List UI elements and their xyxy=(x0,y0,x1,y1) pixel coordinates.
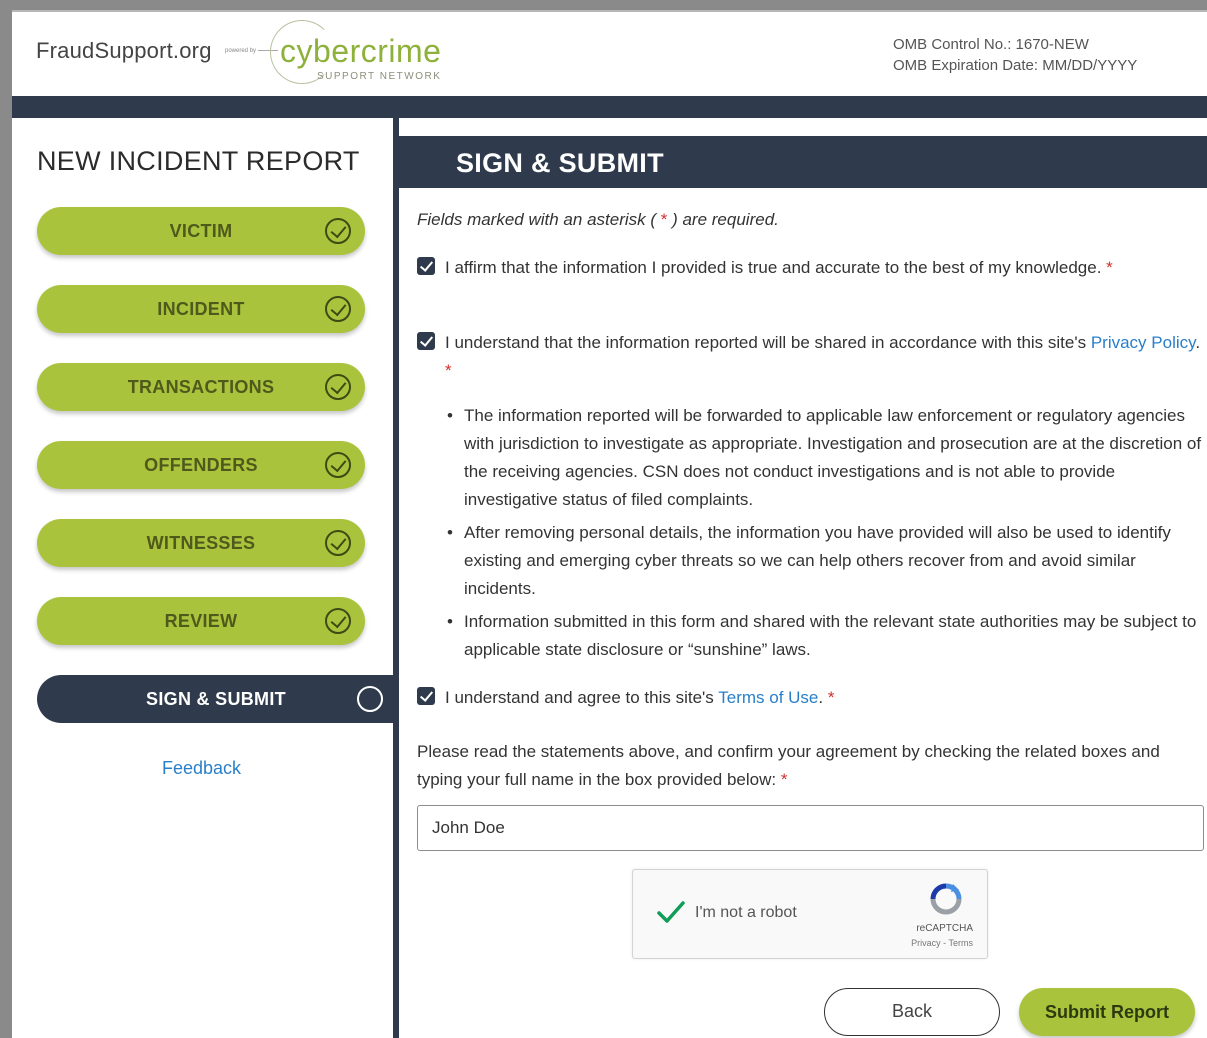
list-item: After removing personal details, the inf… xyxy=(447,519,1207,603)
required-asterisk: * xyxy=(827,688,835,707)
main-header: SIGN & SUBMIT xyxy=(399,136,1207,188)
back-button[interactable]: Back xyxy=(824,988,1000,1036)
logo-subtitle: SUPPORT NETWORK xyxy=(317,71,442,82)
captcha-privacy-terms[interactable]: Privacy - Terms xyxy=(911,938,973,948)
step-label: REVIEW xyxy=(164,611,238,631)
full-name-field[interactable] xyxy=(417,805,1204,851)
recaptcha-widget[interactable]: I'm not a robot reCAPTCHA Privacy - Term… xyxy=(632,869,988,959)
step-review[interactable]: REVIEW xyxy=(37,597,365,645)
sidebar: NEW INCIDENT REPORT VICTIM INCIDENT TRAN… xyxy=(12,118,395,1038)
step-sign-submit[interactable]: SIGN & SUBMIT xyxy=(37,675,395,723)
step-label: TRANSACTIONS xyxy=(127,377,275,397)
recaptcha-logo-icon xyxy=(930,883,962,915)
step-label: WITNESSES xyxy=(146,533,256,553)
omb-info: OMB Control No.: 1670-NEW OMB Expiration… xyxy=(893,34,1137,76)
terms-label: I understand and agree to this site's Te… xyxy=(445,688,835,707)
empty-circle-icon xyxy=(357,686,383,712)
window-frame-left xyxy=(0,0,12,1038)
required-note-suffix: ) are required. xyxy=(672,210,779,229)
cybercrime-logo[interactable]: cybercrime SUPPORT NETWORK xyxy=(270,18,455,90)
logo-wordmark: cybercrime xyxy=(280,33,442,69)
omb-expiration-date: OMB Expiration Date: MM/DD/YYYY xyxy=(893,57,1138,74)
site-header: FraudSupport.org powered by cybercrime S… xyxy=(12,12,1207,96)
check-circle-icon xyxy=(325,218,351,244)
brand-name[interactable]: FraudSupport.org xyxy=(36,38,212,64)
step-offenders[interactable]: OFFENDERS xyxy=(37,441,365,489)
privacy-label: I understand that the information report… xyxy=(445,333,1201,380)
signature-prompt-text: Please read the statements above, and co… xyxy=(417,742,1160,789)
step-label: SIGN & SUBMIT xyxy=(146,689,286,709)
check-circle-icon xyxy=(325,452,351,478)
required-asterisk: * xyxy=(445,361,452,380)
step-witnesses[interactable]: WITNESSES xyxy=(37,519,365,567)
required-asterisk: * xyxy=(780,770,788,789)
privacy-policy-link[interactable]: Privacy Policy xyxy=(1091,333,1196,352)
check-circle-icon xyxy=(325,608,351,634)
step-label: VICTIM xyxy=(169,221,233,241)
list-item: The information reported will be forward… xyxy=(447,402,1207,514)
window-frame-top xyxy=(0,0,1207,10)
header-band xyxy=(12,96,1207,118)
step-label: INCIDENT xyxy=(157,299,245,319)
disclosure-list: The information reported will be forward… xyxy=(447,402,1207,669)
check-circle-icon xyxy=(325,374,351,400)
step-label: OFFENDERS xyxy=(144,455,258,475)
omb-control-number: OMB Control No.: 1670-NEW xyxy=(893,36,1089,53)
page-title: SIGN & SUBMIT xyxy=(456,148,664,178)
powered-by-text: powered by xyxy=(225,48,257,54)
step-incident[interactable]: INCIDENT xyxy=(37,285,365,333)
step-transactions[interactable]: TRANSACTIONS xyxy=(37,363,365,411)
terms-checkbox[interactable] xyxy=(417,687,435,705)
required-note: Fields marked with an asterisk ( * ) are… xyxy=(417,210,779,230)
required-note-prefix: Fields marked with an asterisk ( xyxy=(417,210,657,229)
submit-report-button[interactable]: Submit Report xyxy=(1019,988,1195,1036)
captcha-label: I'm not a robot xyxy=(695,904,797,921)
sidebar-title: NEW INCIDENT REPORT xyxy=(37,146,360,176)
check-circle-icon xyxy=(325,530,351,556)
privacy-checkbox[interactable] xyxy=(417,332,435,350)
terms-of-use-link[interactable]: Terms of Use xyxy=(718,688,818,707)
step-victim[interactable]: VICTIM xyxy=(37,207,365,255)
affirm-text: I affirm that the information I provided… xyxy=(445,258,1102,277)
signature-prompt: Please read the statements above, and co… xyxy=(417,738,1197,794)
feedback-link[interactable]: Feedback xyxy=(162,758,241,779)
required-asterisk: * xyxy=(1106,258,1113,277)
captcha-brand: reCAPTCHA xyxy=(916,923,973,934)
affirm-checkbox[interactable] xyxy=(417,257,435,275)
checkmark-icon[interactable] xyxy=(655,896,687,928)
privacy-text: I understand that the information report… xyxy=(445,333,1091,352)
main-panel: SIGN & SUBMIT Fields marked with an aste… xyxy=(399,118,1207,1038)
terms-text: I understand and agree to this site's xyxy=(445,688,719,707)
check-circle-icon xyxy=(325,296,351,322)
required-asterisk: * xyxy=(656,210,673,229)
affirm-label: I affirm that the information I provided… xyxy=(445,254,1207,282)
list-item: Information submitted in this form and s… xyxy=(447,608,1207,664)
